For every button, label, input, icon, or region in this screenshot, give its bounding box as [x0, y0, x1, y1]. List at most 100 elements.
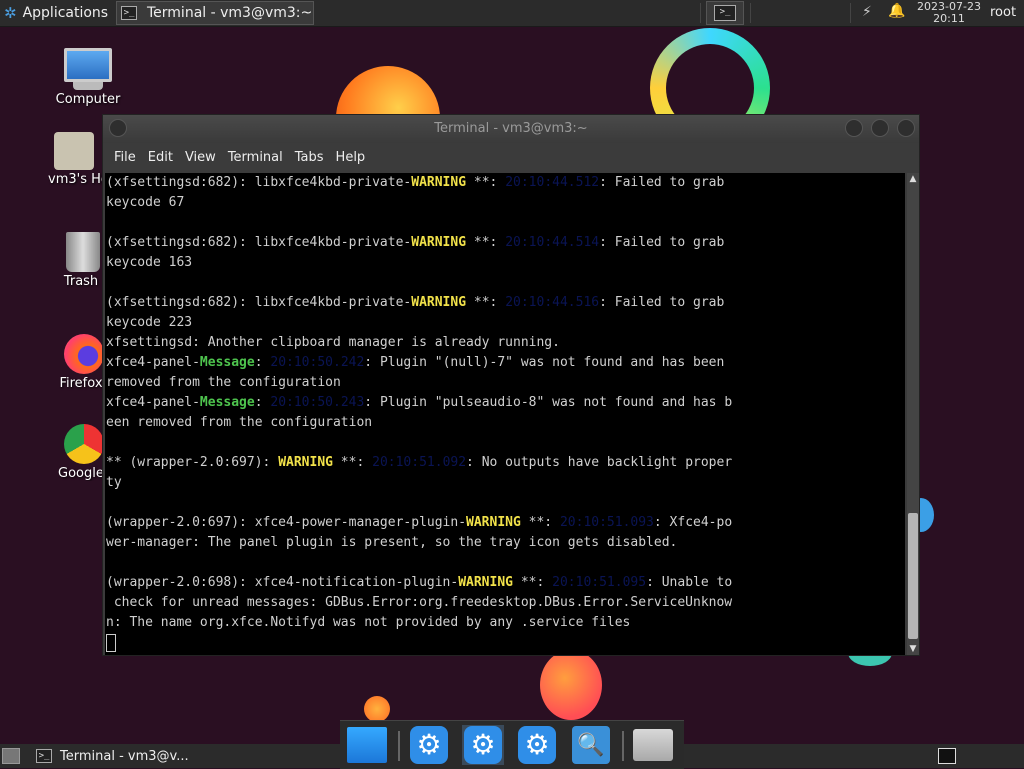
terminal-text: : Failed to grab — [599, 295, 725, 310]
desktop-icon-label: Computer — [55, 92, 121, 107]
clock[interactable]: 2023-07-23 20:11 — [914, 0, 984, 25]
user-menu[interactable]: root — [990, 5, 1016, 20]
terminal-text: (wrapper-2.0:698): xfce4-notification-pl… — [106, 575, 459, 590]
terminal-line: keycode 163 — [105, 253, 905, 273]
terminal-line: xfce4-panel-Message: 20:10:50.242: Plugi… — [105, 353, 905, 373]
folder-icon — [633, 729, 673, 761]
terminal-text: xfce4-panel- — [106, 355, 200, 370]
menu-file[interactable]: File — [113, 150, 137, 165]
desktop-icon-firefox[interactable]: Firefox — [58, 334, 104, 391]
terminal-line: een removed from the configuration — [105, 413, 905, 433]
dock-separator — [622, 731, 624, 761]
desktop-icon-home[interactable]: vm3's Home — [48, 132, 108, 187]
show-desktop-button[interactable] — [2, 748, 20, 764]
dock-settings-1[interactable]: ⚙ — [408, 725, 450, 765]
desktop-icon-chrome[interactable]: Google Chrome — [58, 424, 104, 481]
dock: ⚙ ⚙ ⚙ 🔍 — [340, 720, 684, 769]
scroll-up-icon[interactable]: ▲ — [907, 173, 919, 185]
workspace-switcher[interactable] — [938, 748, 956, 764]
computer-icon — [64, 48, 112, 82]
terminal-text: keycode 163 — [106, 255, 193, 270]
terminal-launcher-button[interactable]: >_ — [706, 1, 744, 25]
terminal-scrollbar[interactable]: ▲ ▼ — [907, 173, 919, 655]
terminal-text: ty — [106, 475, 122, 490]
terminal-line: removed from the configuration — [105, 373, 905, 393]
desktop-icon-label: Firefox — [59, 376, 103, 391]
dock-search[interactable]: 🔍 — [570, 725, 612, 765]
terminal-text: keycode 67 — [106, 195, 185, 210]
terminal-text: : Failed to grab — [599, 235, 725, 250]
applications-label: Applications — [22, 5, 109, 21]
dock-show-desktop[interactable] — [346, 725, 388, 765]
network-icon[interactable]: ⚡ — [862, 4, 872, 20]
terminal-text: (xfsettingsd:682): libxfce4kbd-private- — [106, 295, 412, 310]
terminal-text: : No outputs have backlight proper — [466, 455, 733, 470]
text-cursor — [106, 633, 116, 652]
terminal-text: Message — [199, 395, 255, 410]
terminal-text: xfsettingsd: Another clipboard manager i… — [106, 335, 560, 350]
dock-files[interactable] — [632, 725, 674, 765]
notification-bell-icon[interactable]: 🔔 — [888, 3, 905, 19]
window-titlebar[interactable]: Terminal - vm3@vm3:~ — [103, 115, 919, 143]
minimize-button[interactable] — [845, 119, 863, 137]
scroll-thumb[interactable] — [908, 513, 918, 639]
panel-separator — [700, 3, 701, 23]
desktop-icon-label: Trash — [63, 274, 99, 289]
chrome-icon — [64, 424, 104, 464]
dock-settings-3[interactable]: ⚙ — [516, 725, 558, 765]
terminal-text: (xfsettingsd:682): libxfce4kbd-private- — [106, 235, 412, 250]
menu-view[interactable]: View — [184, 150, 217, 165]
terminal-text: **: — [466, 295, 506, 310]
menu-help[interactable]: Help — [335, 150, 367, 165]
terminal-line: check for unread messages: GDBus.Error:o… — [105, 593, 905, 613]
taskbar-bottom-terminal-button[interactable]: >_ Terminal - vm3@v... — [36, 744, 189, 768]
bottom-panel-right — [684, 744, 1024, 768]
terminal-text: 20:10:51.095 — [552, 575, 647, 590]
scroll-down-icon[interactable]: ▼ — [907, 643, 919, 655]
computer-stand — [73, 82, 103, 90]
terminal-text: : Plugin "pulseaudio-8" was not found an… — [364, 395, 733, 410]
terminal-line: xfsettingsd: Another clipboard manager i… — [105, 333, 905, 353]
desktop-icon-label: Google Chrome — [58, 466, 104, 481]
terminal-text: 20:10:44.512 — [505, 175, 600, 190]
terminal-text: n: The name org.xfce.Notifyd was not pro… — [106, 615, 631, 630]
terminal-text: removed from the configuration — [106, 375, 341, 390]
window-title: Terminal - vm3@vm3:~ — [434, 121, 588, 136]
taskbar-terminal-button[interactable]: >_ Terminal - vm3@vm3:~ — [116, 1, 314, 25]
desktop-icon — [347, 727, 387, 763]
dock-settings-2[interactable]: ⚙ — [462, 725, 504, 765]
terminal-text: : Failed to grab — [599, 175, 725, 190]
desktop-icon-computer[interactable]: Computer — [48, 48, 128, 107]
menu-terminal[interactable]: Terminal — [227, 150, 284, 165]
applications-menu-button[interactable]: ✲ Applications ⋮ — [0, 0, 130, 26]
terminal-window: Terminal - vm3@vm3:~ File Edit View Term… — [102, 114, 920, 656]
terminal-text: WARNING — [278, 455, 333, 470]
search-icon: 🔍 — [572, 726, 610, 764]
terminal-text: **: — [332, 455, 373, 470]
terminal-text: Message — [199, 355, 255, 370]
close-button[interactable] — [897, 119, 915, 137]
terminal-icon: >_ — [36, 749, 52, 763]
panel-separator — [850, 3, 851, 23]
prompt-line — [105, 633, 905, 653]
terminal-text: **: — [513, 575, 553, 590]
terminal-text: : Xfce4-po — [653, 515, 733, 530]
terminal-output[interactable]: (xfsettingsd:682): libxfce4kbd-private-W… — [105, 173, 905, 655]
menu-tabs[interactable]: Tabs — [294, 150, 325, 165]
desktop-icon-trash[interactable]: Trash — [58, 232, 104, 289]
terminal-text: **: — [466, 175, 506, 190]
terminal-line: n: The name org.xfce.Notifyd was not pro… — [105, 613, 905, 633]
terminal-text: : Unable to — [646, 575, 733, 590]
menu-edit[interactable]: Edit — [147, 150, 174, 165]
maximize-button[interactable] — [871, 119, 889, 137]
terminal-icon: >_ — [121, 6, 137, 20]
terminal-text: WARNING — [411, 235, 467, 250]
terminal-text: : — [254, 355, 271, 370]
bottom-panel: >_ Terminal - vm3@v... — [0, 744, 340, 768]
wallpaper-shape — [364, 696, 390, 722]
terminal-text: **: — [520, 515, 560, 530]
